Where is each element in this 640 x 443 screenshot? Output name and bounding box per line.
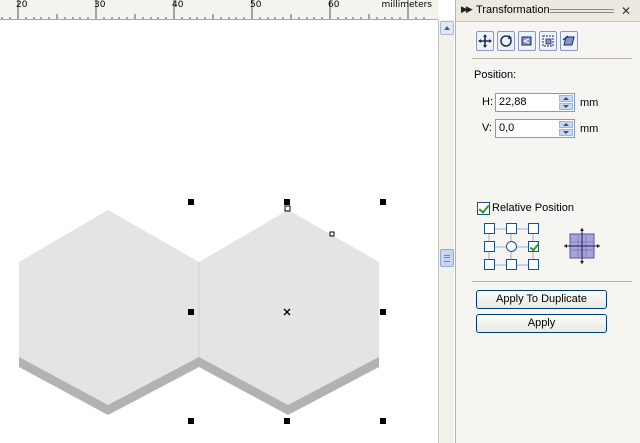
anchor-bottom-right[interactable] xyxy=(528,259,539,270)
docker-title: Transformation xyxy=(476,4,550,16)
ruler-ticks xyxy=(1,0,425,19)
ruler-label-60: 60 xyxy=(328,0,340,10)
anchor-middle-right[interactable] xyxy=(528,241,539,252)
v-increment-button[interactable] xyxy=(559,121,573,128)
separator xyxy=(472,58,632,59)
v-label: V: xyxy=(482,122,492,134)
close-icon[interactable]: ✕ xyxy=(621,4,631,18)
v-position-value[interactable]: 0,0 xyxy=(499,122,514,134)
anchor-bottom-left[interactable] xyxy=(484,259,495,270)
position-icon xyxy=(478,34,492,48)
h-unit-label: mm xyxy=(580,97,599,109)
size-icon xyxy=(542,35,554,47)
scroll-up-button[interactable] xyxy=(440,21,454,35)
apply-to-duplicate-button[interactable]: Apply To Duplicate xyxy=(476,290,607,309)
skew-icon xyxy=(562,35,575,46)
size-tool-button[interactable] xyxy=(539,31,557,51)
anchor-bottom-center[interactable] xyxy=(506,259,517,270)
expand-arrows-icon[interactable]: ▶▶ xyxy=(461,4,473,15)
scale-mirror-tool-button[interactable] xyxy=(518,31,536,51)
scroll-thumb[interactable] xyxy=(440,249,454,267)
anchor-top-right[interactable] xyxy=(528,223,539,234)
v-position-input[interactable]: 0,0 xyxy=(495,119,575,138)
apply-button[interactable]: Apply xyxy=(476,314,607,333)
horizontal-ruler[interactable]: 20 30 40 50 60 millimeters xyxy=(0,0,438,20)
separator xyxy=(472,281,632,282)
docker-grip[interactable] xyxy=(550,9,614,13)
position-preview-icon xyxy=(564,228,600,264)
h-increment-button[interactable] xyxy=(559,95,573,102)
vertical-scrollbar[interactable] xyxy=(438,20,454,443)
v-decrement-button[interactable] xyxy=(559,129,573,136)
transformation-docker: ▶▶ Transformation ✕ Position: H: 22,88 m… xyxy=(455,0,640,443)
rotate-icon xyxy=(500,35,512,47)
relative-position-checkbox[interactable] xyxy=(477,202,490,215)
v-unit-label: mm xyxy=(580,123,599,135)
h-decrement-button[interactable] xyxy=(559,103,573,110)
ruler-label-30: 30 xyxy=(94,0,106,10)
skew-tool-button[interactable] xyxy=(560,31,578,51)
node-marker[interactable] xyxy=(329,231,335,237)
position-tool-button[interactable] xyxy=(476,31,494,51)
docker-title-bar[interactable]: ▶▶ Transformation ✕ xyxy=(456,0,640,22)
h-position-input[interactable]: 22,88 xyxy=(495,93,575,112)
anchor-top-center[interactable] xyxy=(506,223,517,234)
anchor-center[interactable] xyxy=(506,241,517,252)
ruler-label-20: 20 xyxy=(16,0,28,10)
relative-position-label[interactable]: Relative Position xyxy=(492,202,574,214)
h-label: H: xyxy=(482,96,493,108)
anchor-top-left[interactable] xyxy=(484,223,495,234)
ruler-unit-label: millimeters xyxy=(381,0,432,10)
rotate-tool-button[interactable] xyxy=(497,31,515,51)
drawing-canvas[interactable] xyxy=(0,21,438,443)
scale-mirror-icon xyxy=(521,36,532,46)
ruler-label-50: 50 xyxy=(250,0,262,10)
position-label: Position: xyxy=(474,69,517,81)
h-position-value[interactable]: 22,88 xyxy=(499,96,527,108)
ruler-label-40: 40 xyxy=(172,0,184,10)
node-marker[interactable] xyxy=(284,205,291,212)
anchor-middle-left[interactable] xyxy=(484,241,495,252)
